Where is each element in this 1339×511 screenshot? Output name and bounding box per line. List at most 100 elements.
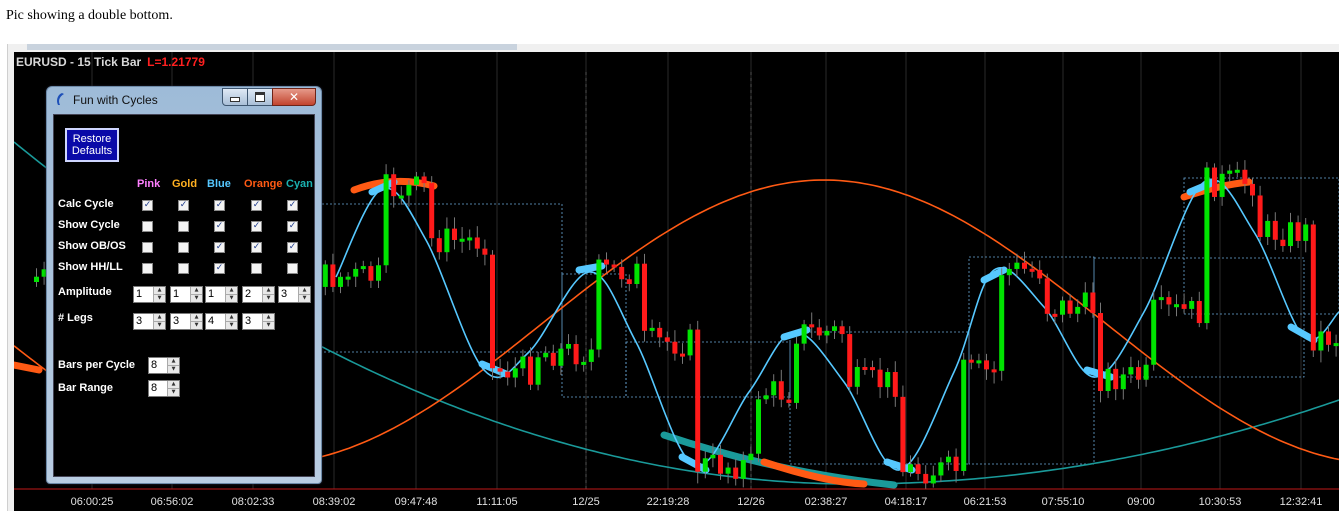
checkbox-gold[interactable] (178, 263, 189, 274)
legs-spinner-4[interactable]: 3 ▲ ▼ (242, 313, 275, 330)
legs-spinner-1[interactable]: 3 ▲ ▼ (133, 313, 166, 330)
spin-up-icon[interactable]: ▲ (226, 287, 237, 295)
window-buttons: ✕ (222, 88, 316, 106)
checkbox-orange[interactable]: ✓ (251, 242, 262, 253)
spin-arrows[interactable]: ▲ ▼ (225, 314, 237, 329)
last-price-label: L=1.21779 (147, 55, 205, 69)
spin-arrows[interactable]: ▲ ▼ (153, 314, 165, 329)
minimize-button[interactable] (222, 88, 248, 106)
checkbox-gold[interactable] (178, 242, 189, 253)
candle-up (1105, 368, 1111, 391)
candle-down (900, 396, 906, 473)
candle-down (1181, 304, 1187, 309)
spin-up-icon[interactable]: ▲ (191, 314, 202, 322)
spin-up-icon[interactable]: ▲ (299, 287, 310, 295)
spin-down-icon[interactable]: ▼ (168, 389, 179, 396)
chart-window-tab[interactable] (27, 44, 517, 50)
spin-down-icon[interactable]: ▼ (168, 366, 179, 373)
spin-arrows[interactable]: ▲ ▼ (167, 358, 179, 373)
checkbox-orange[interactable]: ✓ (251, 200, 262, 211)
candle-up (406, 184, 412, 196)
chart-title: EURUSD - 15 Tick Bar L=1.21779 (16, 55, 205, 69)
candle-up (1227, 170, 1233, 174)
candle-up (885, 372, 891, 388)
spin-down-icon[interactable]: ▼ (263, 322, 274, 329)
bar-range-spinner[interactable]: 8 ▲ ▼ (148, 380, 180, 397)
candle-down (915, 464, 921, 474)
spin-up-icon[interactable]: ▲ (168, 381, 179, 389)
time-axis-label: 08:02:33 (232, 496, 275, 508)
candle-up (588, 349, 594, 362)
restore-defaults-button[interactable]: Restore Defaults (64, 127, 120, 163)
checkbox-pink[interactable]: ✓ (142, 200, 153, 211)
spin-up-icon[interactable]: ▲ (191, 287, 202, 295)
spin-arrows[interactable]: ▲ ▼ (190, 314, 202, 329)
spin-down-icon[interactable]: ▼ (154, 322, 165, 329)
candle-down (1052, 313, 1058, 317)
amplitude-spinner-3[interactable]: 1 ▲ ▼ (205, 286, 238, 303)
legs-spinner-3[interactable]: 4 ▲ ▼ (205, 313, 238, 330)
candle-up (961, 359, 967, 471)
checkbox-pink[interactable] (142, 221, 153, 232)
spin-arrows[interactable]: ▲ ▼ (153, 287, 165, 302)
candle-down (778, 381, 784, 400)
candle-down (1136, 367, 1141, 380)
checkbox-cyan[interactable]: ✓ (287, 242, 298, 253)
spin-down-icon[interactable]: ▼ (299, 295, 310, 302)
spin-arrows[interactable]: ▲ ▼ (262, 287, 274, 302)
dialog-titlebar[interactable]: Fun with Cycles ✕ (47, 87, 321, 111)
spin-down-icon[interactable]: ▼ (263, 295, 274, 302)
spin-up-icon[interactable]: ▲ (263, 314, 274, 322)
candle-down (429, 183, 435, 239)
candle-down (573, 343, 579, 365)
candle-down (482, 248, 488, 255)
fun-with-cycles-dialog[interactable]: Fun with Cycles ✕ Restore Defaults Pink G… (46, 86, 322, 484)
spin-down-icon[interactable]: ▼ (226, 295, 237, 302)
spin-up-icon[interactable]: ▲ (168, 358, 179, 366)
checkbox-blue[interactable]: ✓ (214, 221, 225, 232)
checkbox-pink[interactable] (142, 242, 153, 253)
candle-up (710, 454, 716, 459)
spin-down-icon[interactable]: ▼ (154, 295, 165, 302)
candle-up (1265, 220, 1271, 237)
amplitude-spinner-2[interactable]: 1 ▲ ▼ (170, 286, 203, 303)
column-header-gold: Gold (172, 178, 198, 190)
spin-down-icon[interactable]: ▼ (191, 295, 202, 302)
amplitude-spinner-4[interactable]: 2 ▲ ▼ (242, 286, 275, 303)
checkbox-gold[interactable] (178, 221, 189, 232)
candle-up (1120, 374, 1126, 390)
spin-up-icon[interactable]: ▲ (226, 314, 237, 322)
checkbox-pink[interactable] (142, 263, 153, 274)
spin-down-icon[interactable]: ▼ (191, 322, 202, 329)
close-button[interactable]: ✕ (272, 88, 316, 106)
spin-arrows[interactable]: ▲ ▼ (167, 381, 179, 396)
legs-spinner-2[interactable]: 3 ▲ ▼ (170, 313, 203, 330)
checkbox-cyan[interactable] (287, 263, 298, 274)
checkbox-orange[interactable]: ✓ (251, 221, 262, 232)
spin-arrows[interactable]: ▲ ▼ (298, 287, 310, 302)
candle-down (490, 254, 495, 369)
row-label-show-cycle: Show Cycle (58, 219, 120, 231)
checkbox-orange[interactable] (251, 263, 262, 274)
bars-per-cycle-spinner[interactable]: 8 ▲ ▼ (148, 357, 180, 374)
amplitude-spinner-1[interactable]: 1 ▲ ▼ (133, 286, 166, 303)
spin-arrows[interactable]: ▲ ▼ (262, 314, 274, 329)
spin-arrows[interactable]: ▲ ▼ (225, 287, 237, 302)
checkbox-gold[interactable]: ✓ (178, 200, 189, 211)
amplitude-spinner-5[interactable]: 3 ▲ ▼ (278, 286, 311, 303)
maximize-button[interactable] (247, 88, 273, 106)
candle-down (1326, 331, 1331, 345)
spin-up-icon[interactable]: ▲ (154, 314, 165, 322)
spin-down-icon[interactable]: ▼ (226, 322, 237, 329)
spin-up-icon[interactable]: ▲ (263, 287, 274, 295)
checkbox-blue[interactable]: ✓ (214, 242, 225, 253)
checkbox-cyan[interactable]: ✓ (287, 200, 298, 211)
spin-up-icon[interactable]: ▲ (154, 287, 165, 295)
checkbox-blue[interactable]: ✓ (214, 263, 225, 274)
checkbox-blue[interactable]: ✓ (214, 200, 225, 211)
candle-down (497, 368, 503, 372)
time-axis-label: 12/26 (737, 496, 765, 508)
checkbox-cyan[interactable]: ✓ (287, 221, 298, 232)
spin-arrows[interactable]: ▲ ▼ (190, 287, 202, 302)
candle-down (680, 353, 685, 357)
